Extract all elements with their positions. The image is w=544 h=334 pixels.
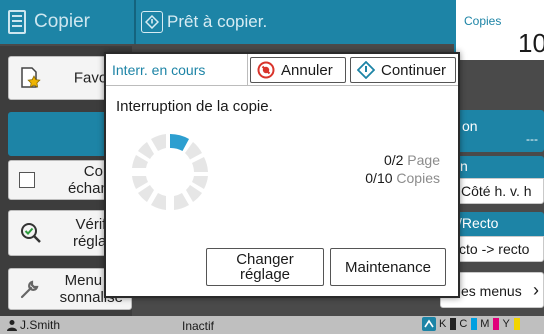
ink-k-label: K: [439, 318, 447, 330]
copies-progress-row: 0/10 Copies: [365, 169, 440, 187]
ready-diamond-icon: [141, 11, 163, 33]
page-progress-row: 0/2 Page: [365, 151, 440, 169]
continue-label: Continuer: [381, 61, 447, 79]
duplex-value: cto -> recto: [459, 241, 530, 257]
network-icon: [422, 317, 436, 331]
chevron-right-icon: ›: [533, 280, 539, 300]
app-title: Copier: [0, 0, 132, 44]
status-bar: J.Smith Inactif K C M Y: [0, 316, 544, 334]
ink-c-level: [471, 318, 478, 330]
spinner-segments: [132, 133, 208, 210]
copies-label: Copies: [464, 14, 502, 28]
continue-button[interactable]: Continuer: [350, 57, 456, 83]
copies-counter[interactable]: Copies 10: [454, 0, 544, 60]
change-settings-label: Changer réglage: [236, 252, 294, 282]
status-message: Prêt à copier.: [141, 9, 267, 35]
dialog-message: Interruption de la copie.: [116, 98, 273, 115]
progress-spinner-icon: [132, 133, 208, 210]
ink-levels: K C M Y: [422, 317, 520, 331]
orientation-header-label: n: [460, 158, 468, 174]
more-menus-label: es menus: [461, 283, 522, 299]
page-progress-unit: Page: [407, 152, 440, 168]
user-icon: [7, 320, 17, 331]
ink-m-level: [493, 318, 500, 330]
ink-y-level: [513, 318, 520, 330]
dialog-header: Interr. en cours Annuler Continuer: [106, 54, 458, 86]
change-settings-line2: réglage: [239, 266, 291, 283]
copies-progress-value: 0/10: [365, 170, 393, 186]
copies-value: 10: [518, 28, 544, 58]
continue-diamond-icon: [357, 61, 375, 79]
status-text: Prêt à copier.: [167, 12, 268, 31]
page-progress-value: 0/2: [383, 152, 404, 168]
ink-m-label: M: [480, 318, 490, 330]
ink-c-label: C: [459, 318, 468, 330]
user-indicator[interactable]: J.Smith: [6, 318, 60, 332]
duplex-header-label: /Recto: [458, 215, 499, 231]
copier-icon: [8, 10, 26, 34]
ink-k-level: [450, 318, 457, 330]
copies-progress-unit: Copies: [396, 170, 440, 186]
maintenance-label: Maintenance: [345, 258, 431, 276]
right-option-value: ---: [526, 132, 538, 146]
stop-icon: [257, 61, 275, 79]
maintenance-button[interactable]: Maintenance: [330, 248, 446, 286]
machine-state: Inactif: [182, 319, 215, 333]
orientation-value: Côté h. v. h: [461, 183, 532, 199]
header-divider: [134, 0, 136, 44]
cancel-label: Annuler: [281, 61, 333, 79]
wrench-icon: [20, 280, 39, 299]
change-settings-button[interactable]: Changer réglage: [206, 248, 324, 286]
right-option-label: on: [462, 118, 478, 134]
copy-progress: 0/2 Page 0/10 Copies: [365, 151, 440, 187]
app-title-text: Copier: [34, 11, 90, 32]
tab-interrupt-status: Interr. en cours: [106, 54, 248, 86]
interrupt-dialog: Interr. en cours Annuler Continuer Inter…: [104, 52, 460, 298]
top-bar: Copier Prêt à copier. Copies 10: [0, 0, 544, 60]
favorites-icon: [21, 67, 41, 88]
sample-copy-checkbox[interactable]: [19, 172, 35, 188]
ink-y-label: Y: [502, 318, 510, 330]
cancel-button[interactable]: Annuler: [250, 57, 346, 83]
magnifier-check-icon: [21, 223, 41, 243]
user-name: J.Smith: [20, 318, 61, 332]
